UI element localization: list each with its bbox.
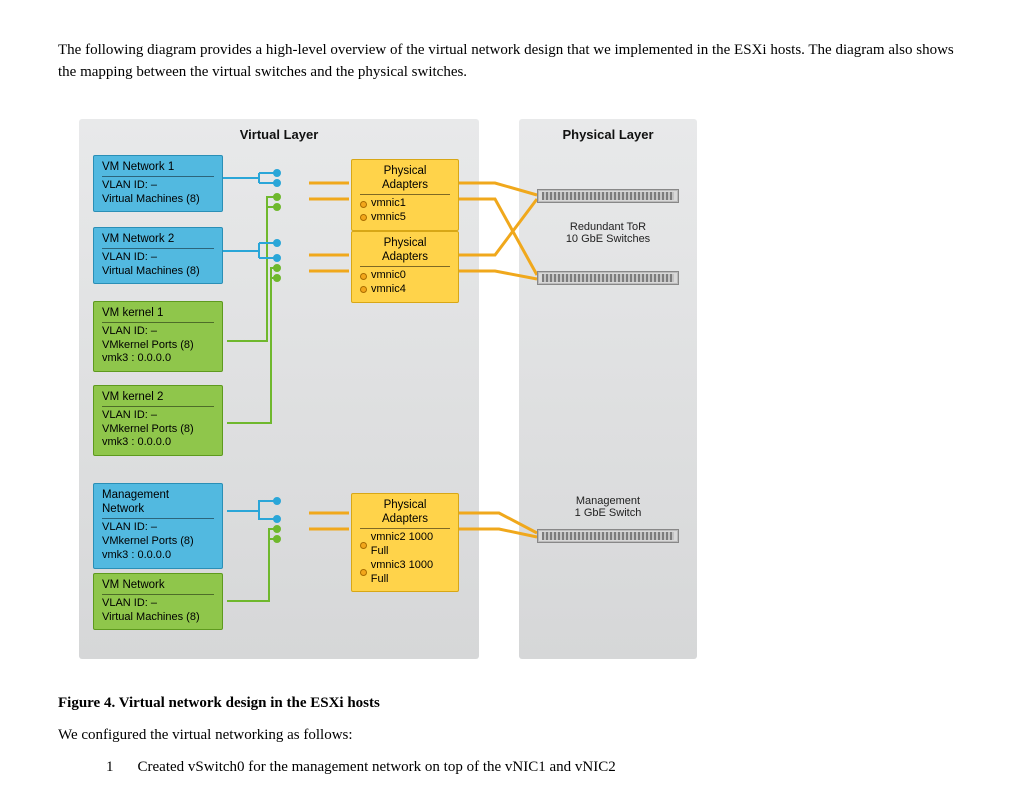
followup-paragraph: We configured the virtual networking as …	[58, 727, 966, 744]
list-item-cutoff: 1 Created vSwitch0 for the management ne…	[106, 759, 966, 775]
vlan-id: VLAN ID: –	[102, 597, 214, 611]
tor-switch-label: Redundant ToR 10 GbE Switches	[519, 221, 697, 245]
box-title: Physical Adapters	[360, 164, 450, 193]
nic-icon	[360, 542, 367, 549]
box-title: VM kernel 2	[102, 390, 214, 404]
management-network-box: Management Network VLAN ID: – VMkernel P…	[93, 483, 223, 569]
box-title: VM Network	[102, 578, 214, 592]
physical-adapters-bottom: Physical Adapters vmnic2 1000 Full vmnic…	[351, 493, 459, 593]
tor-switch-2	[537, 271, 679, 285]
vm-network-box: VM Network VLAN ID: – Virtual Machines (…	[93, 573, 223, 631]
port-count: Virtual Machines (8)	[102, 265, 214, 279]
port-count: VMkernel Ports (8)	[102, 339, 214, 353]
port-count: VMkernel Ports (8)	[102, 535, 214, 549]
box-title: VM kernel 1	[102, 306, 214, 320]
mgmt-switch	[537, 529, 679, 543]
mgmt-switch-label: Management 1 GbE Switch	[519, 495, 697, 519]
vm-kernel-1-box: VM kernel 1 VLAN ID: – VMkernel Ports (8…	[93, 301, 223, 373]
vm-network-1-box: VM Network 1 VLAN ID: – Virtual Machines…	[93, 155, 223, 213]
nic-name: vmnic5	[371, 211, 406, 225]
box-title: VM Network 2	[102, 232, 214, 246]
box-title: Physical Adapters	[360, 498, 450, 527]
nic-icon	[360, 214, 367, 221]
vmk-ip: vmk3 : 0.0.0.0	[102, 352, 214, 366]
vmk-ip: vmk3 : 0.0.0.0	[102, 436, 214, 450]
intro-paragraph: The following diagram provides a high-le…	[58, 40, 966, 84]
nic-icon	[360, 286, 367, 293]
nic-name: vmnic4	[371, 283, 406, 297]
tor-switch-1	[537, 189, 679, 203]
vm-network-2-box: VM Network 2 VLAN ID: – Virtual Machines…	[93, 227, 223, 285]
vlan-id: VLAN ID: –	[102, 251, 214, 265]
figure-caption: Figure 4. Virtual network design in the …	[58, 695, 966, 712]
nic-name: vmnic3 1000 Full	[371, 559, 450, 587]
nic-icon	[360, 569, 367, 576]
vlan-id: VLAN ID: –	[102, 325, 214, 339]
vm-kernel-2-box: VM kernel 2 VLAN ID: – VMkernel Ports (8…	[93, 385, 223, 457]
physical-adapters-top: Physical Adapters vmnic1 vmnic5	[351, 159, 459, 231]
nic-name: vmnic1	[371, 197, 406, 211]
virtual-layer-title: Virtual Layer	[79, 127, 479, 142]
nic-icon	[360, 201, 367, 208]
vlan-id: VLAN ID: –	[102, 521, 214, 535]
box-title: Management Network	[102, 488, 214, 517]
port-count: VMkernel Ports (8)	[102, 423, 214, 437]
vmk-ip: vmk3 : 0.0.0.0	[102, 549, 214, 563]
nic-name: vmnic2 1000 Full	[371, 531, 450, 559]
port-count: Virtual Machines (8)	[102, 611, 214, 625]
box-title: VM Network 1	[102, 160, 214, 174]
port-count: Virtual Machines (8)	[102, 193, 214, 207]
physical-layer-title: Physical Layer	[519, 127, 697, 142]
vlan-id: VLAN ID: –	[102, 179, 214, 193]
nic-name: vmnic0	[371, 269, 406, 283]
physical-adapters-mid: Physical Adapters vmnic0 vmnic4	[351, 231, 459, 303]
network-diagram: Virtual Layer Physical Layer	[58, 102, 718, 680]
nic-icon	[360, 273, 367, 280]
box-title: Physical Adapters	[360, 236, 450, 265]
vlan-id: VLAN ID: –	[102, 409, 214, 423]
